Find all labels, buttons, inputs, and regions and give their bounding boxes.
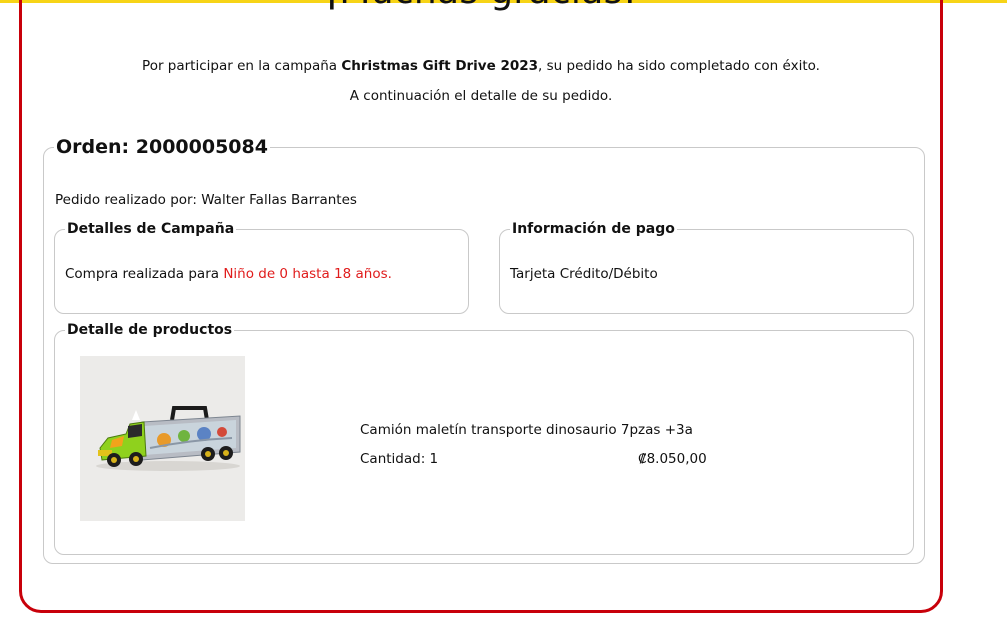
- payment-method: Tarjeta Crédito/Débito: [510, 266, 658, 282]
- campaign-details-heading: Detalles de Campaña: [67, 221, 235, 237]
- intro-text-secondary: A continuación el detalle de su pedido.: [349, 88, 613, 104]
- campaign-text-prefix: Compra realizada para: [65, 266, 224, 282]
- toy-truck-icon: [80, 356, 245, 521]
- product-details-panel: Detalle de productos Camión maletín tran…: [54, 322, 914, 555]
- product-details-heading: Detalle de productos: [67, 322, 233, 338]
- campaign-details-text: Compra realizada para Niño de 0 hasta 18…: [65, 266, 392, 282]
- payment-info-heading: Información de pago: [512, 221, 675, 237]
- intro-suffix: , su pedido ha sido completado con éxito…: [538, 58, 820, 74]
- intro-prefix: Por participar en la campaña: [142, 58, 342, 74]
- product-price: ₡8.050,00: [638, 451, 707, 467]
- intro-text: Por participar en la campaña Christmas G…: [22, 58, 940, 74]
- order-number: Orden: 2000005084: [56, 136, 268, 158]
- campaign-target: Niño de 0 hasta 18 años.: [223, 266, 392, 282]
- product-quantity: Cantidad: 1: [360, 451, 439, 467]
- page-title: ¡Muchas gracias!: [22, 0, 940, 12]
- campaign-details-panel: Detalles de Campaña Compra realizada par…: [54, 221, 469, 314]
- campaign-name: Christmas Gift Drive 2023: [341, 58, 539, 74]
- product-image: [80, 356, 245, 521]
- payment-info-panel: Información de pago Tarjeta Crédito/Débi…: [499, 221, 914, 314]
- placed-by-text: Pedido realizado por: Walter Fallas Barr…: [55, 192, 357, 208]
- product-name: Camión maletín transporte dinosaurio 7pz…: [360, 422, 693, 438]
- order-panel: Orden: 2000005084 Pedido realizado por: …: [43, 136, 925, 564]
